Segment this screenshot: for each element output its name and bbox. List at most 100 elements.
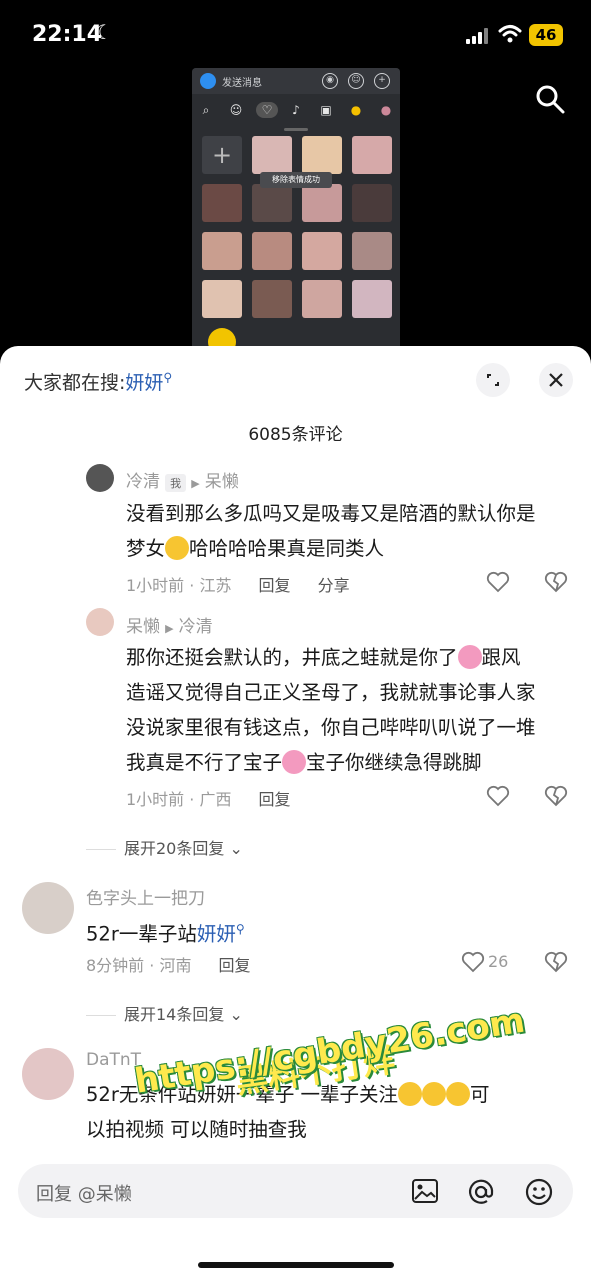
reply-to-user[interactable]: 冷清 — [179, 617, 213, 637]
reply-arrow-icon: ▶ — [165, 622, 174, 635]
status-bar: 22:14 ☾ 46 — [0, 0, 591, 70]
preview-send-placeholder: 发送消息 — [222, 78, 262, 89]
expand-label: 展开14条回复 — [124, 1005, 225, 1024]
plus-icon: + — [374, 73, 390, 89]
me-badge: 我 — [165, 474, 187, 492]
comment-fragment: 那你还挺会默认的，井底之蛙就是你了 — [126, 646, 458, 669]
expand-replies-button[interactable]: 展开20条回复 ⌄ — [86, 835, 243, 859]
comment-username[interactable]: 色字头上一把刀 — [86, 884, 205, 909]
fullscreen-button[interactable] — [476, 363, 510, 397]
speaker-icon: ♪ — [292, 103, 300, 117]
comment-fragment: 52r一辈子站 — [86, 922, 197, 946]
reply-button[interactable]: 回复 — [259, 790, 291, 809]
avatar[interactable] — [22, 1048, 74, 1100]
reply-to-user[interactable]: 呆懒 — [205, 472, 239, 492]
avatar[interactable] — [86, 608, 114, 636]
hug-emoji — [457, 645, 482, 669]
sticker — [302, 184, 342, 222]
camera-icon — [200, 73, 216, 89]
add-sticker-icon: + — [202, 136, 242, 174]
reply-input-placeholder: 回复 @呆懒 — [36, 1184, 132, 1205]
status-time: 22:14 — [32, 22, 103, 47]
sticker — [252, 136, 292, 174]
sticker — [352, 136, 392, 174]
comment-time-location: 1小时前 · 广西 — [126, 790, 232, 809]
sticker-icon: ● — [350, 103, 362, 117]
comment-fragment: 可 — [470, 1083, 490, 1106]
chevron-down-icon: ⌄ — [229, 1005, 243, 1024]
sticker — [352, 184, 392, 222]
laugh-cry-emoji — [165, 536, 190, 560]
chevron-down-icon: ⌄ — [229, 839, 243, 858]
comment-meta: 8分钟前 · 河南 回复 — [86, 952, 251, 976]
search-hint[interactable]: 大家都在搜:妍妍⚲ — [24, 368, 172, 395]
sticker — [302, 136, 342, 174]
comment-header: 冷清 我 ▶ 呆懒 — [126, 467, 239, 492]
reply-button[interactable]: 回复 — [219, 956, 251, 975]
sticker — [252, 184, 292, 222]
sticker — [352, 280, 392, 318]
sticker — [352, 232, 392, 270]
comment-text: 那你还挺会默认的，井底之蛙就是你了 跟风 造谣又觉得自己正义圣母了，我就就事论事人… — [126, 640, 576, 780]
broken-heart-icon[interactable] — [544, 951, 568, 973]
hug-emoji — [282, 750, 307, 774]
moon-icon: ☾ — [95, 20, 113, 44]
emoji-icon[interactable] — [524, 1177, 554, 1207]
reply-button[interactable]: 回复 — [259, 576, 291, 595]
heart-icon[interactable] — [486, 785, 510, 807]
drag-handle — [284, 128, 308, 131]
search-hint-keyword[interactable]: 妍妍 — [125, 372, 163, 394]
heart-icon[interactable] — [486, 571, 510, 593]
at-icon[interactable] — [466, 1177, 496, 1207]
comment-line: 梦女 哈哈哈哈果真是同类人 — [126, 531, 576, 566]
avatar[interactable] — [22, 882, 74, 934]
comment-fragment: 我真是不行了宝子 — [126, 751, 283, 774]
video-preview[interactable]: 发送消息 ◉ ☺ + ⌕ ☺ ♡ ♪ ▣ ● ● + 移除表情成功 — [192, 68, 400, 358]
comment-line: 我真是不行了宝子 宝子你继续急得跳脚 — [126, 745, 576, 780]
expand-replies-button[interactable]: 展开14条回复 ⌄ — [86, 1001, 243, 1025]
avatar-icon: ● — [380, 103, 392, 117]
close-button[interactable] — [539, 363, 573, 397]
sticker — [302, 232, 342, 270]
comment-line: 造谣又觉得自己正义圣母了，我就就事论事人家 — [126, 681, 536, 704]
avatar[interactable] — [86, 464, 114, 492]
comment-time-location: 8分钟前 · 河南 — [86, 956, 192, 975]
comment-text: 没看到那么多瓜吗又是吸毒又是陪酒的默认你是 梦女 哈哈哈哈果真是同类人 — [126, 496, 576, 566]
comment-line: 没说家里很有钱这点，你自己哔哔叭叭说了一堆 — [126, 716, 536, 739]
battery-indicator: 46 — [529, 24, 563, 46]
comment-line: 没看到那么多瓜吗又是吸毒又是陪酒的默认你是 — [126, 502, 536, 525]
signal-icon — [466, 28, 490, 44]
heart-icon[interactable] — [461, 951, 485, 973]
wifi-icon — [498, 25, 522, 43]
grin-emoji — [446, 1082, 471, 1106]
share-button[interactable]: 分享 — [318, 576, 350, 595]
preview-message-bar: 发送消息 ◉ ☺ + — [192, 68, 400, 94]
sticker — [202, 184, 242, 222]
emoji-icon: ☺ — [348, 73, 364, 89]
comment-fragment: 哈哈哈哈果真是同类人 — [189, 537, 385, 560]
like-count: 26 — [488, 952, 509, 971]
reply-arrow-icon: ▶ — [191, 477, 200, 490]
comment-username[interactable]: 呆懒 — [126, 617, 160, 637]
expand-label: 展开20条回复 — [124, 839, 225, 858]
comment-fragment: 宝子你继续急得跳脚 — [306, 751, 482, 774]
comment-sheet: 大家都在搜:妍妍⚲ 6085条评论 冷清 我 ▶ 呆懒 没看到那么多瓜吗又是吸毒… — [0, 346, 591, 1280]
broken-heart-icon[interactable] — [544, 785, 568, 807]
image-icon[interactable] — [411, 1178, 439, 1204]
search-icon[interactable] — [535, 84, 565, 114]
preview-toolbar: ⌕ ☺ ♡ ♪ ▣ ● ● — [192, 98, 400, 124]
sticker — [252, 280, 292, 318]
grin-emoji — [398, 1082, 423, 1106]
comment-fragment: 跟风 — [481, 646, 521, 669]
comment-fragment: 梦女 — [126, 537, 166, 560]
reply-input[interactable]: 回复 @呆懒 — [18, 1164, 573, 1218]
comment-line: 那你还挺会默认的，井底之蛙就是你了 跟风 — [126, 640, 576, 675]
comment-keyword-link[interactable]: 妍妍 — [197, 923, 236, 946]
broken-heart-icon[interactable] — [544, 571, 568, 593]
comment-meta: 1小时前 · 广西 回复 — [126, 786, 291, 810]
sticker — [252, 232, 292, 270]
comment-count: 6085条评论 — [248, 425, 343, 445]
comment-username[interactable]: 冷清 — [126, 472, 160, 492]
comment-line: 以拍视频 可以随时抽查我 — [86, 1118, 307, 1141]
fullscreen-icon — [487, 374, 499, 386]
